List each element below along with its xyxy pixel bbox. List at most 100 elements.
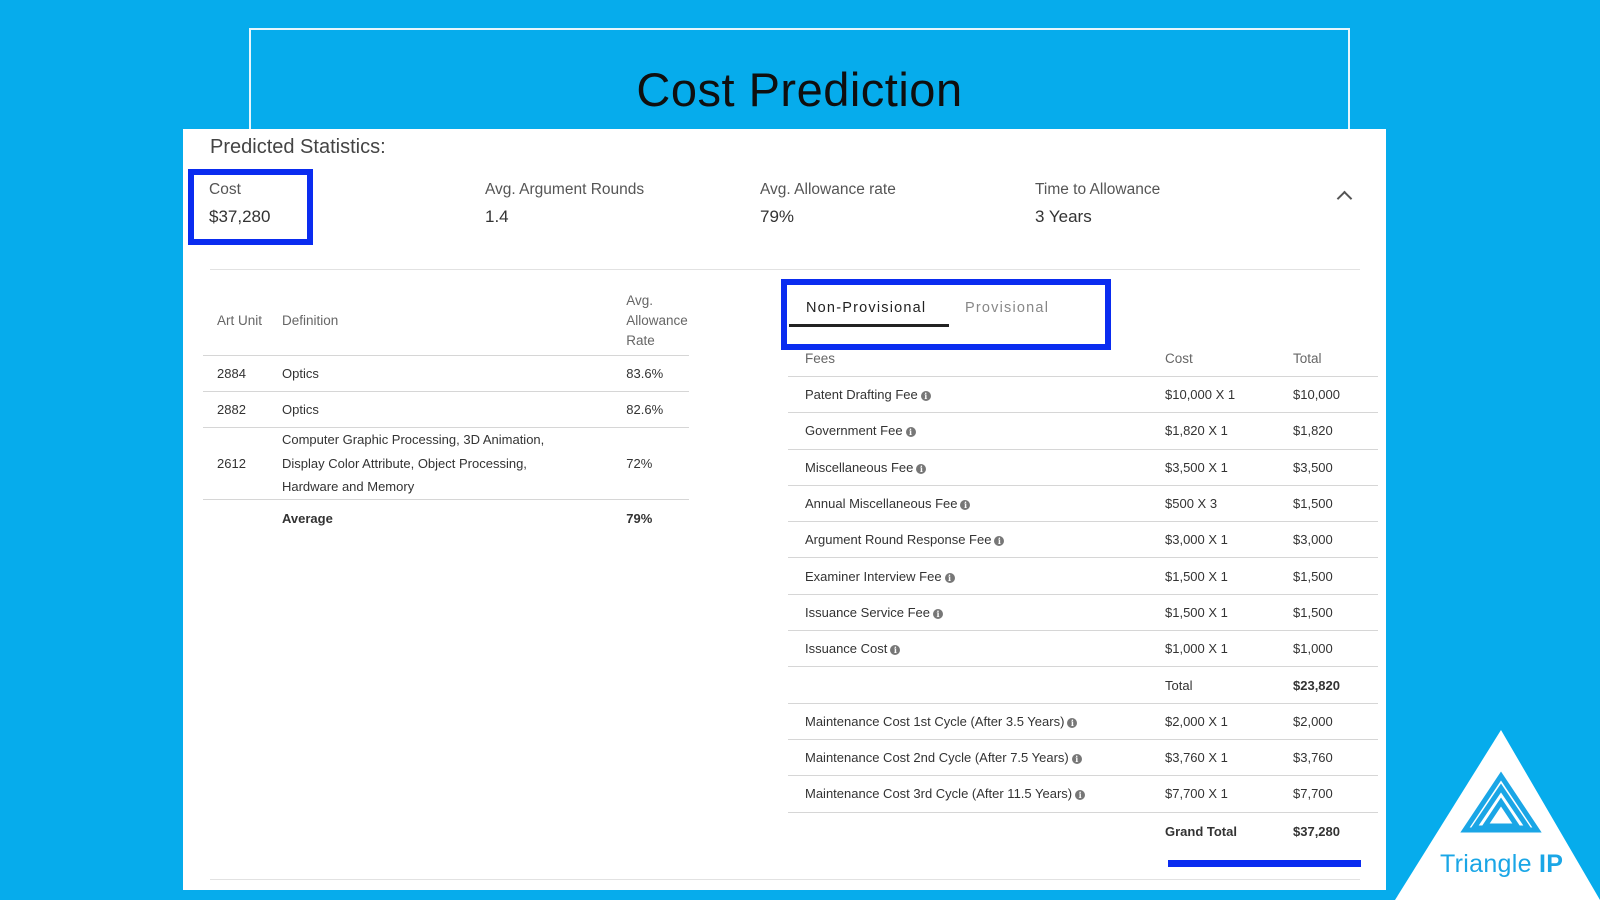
fee-row: Patent Drafting Fee i $10,000 X 1 $10,000 bbox=[788, 376, 1378, 414]
header-cost: Cost bbox=[1165, 341, 1293, 377]
tab-provisional[interactable]: Provisional bbox=[965, 300, 1049, 316]
definition-cell: Computer Graphic Processing, 3D Animatio… bbox=[267, 427, 613, 500]
fee-name: Issuance Service Fee bbox=[805, 604, 931, 620]
grand-total-row: Grand Total $37,280 bbox=[788, 812, 1378, 851]
fee-row: Issuance Cost i $1,000 X 1 $1,000 bbox=[788, 630, 1378, 668]
definition-cell: Optics bbox=[267, 391, 613, 428]
fee-name: Issuance Cost bbox=[805, 641, 888, 657]
fee-name-cell: Issuance Cost i bbox=[788, 630, 1165, 668]
predicted-statistics-label: Predicted Statistics: bbox=[210, 136, 386, 158]
fee-total-cell: $7,700 bbox=[1293, 775, 1378, 813]
tab-non-provisional[interactable]: Non-Provisional bbox=[806, 300, 926, 316]
info-icon[interactable]: i bbox=[916, 463, 927, 474]
fee-name: Maintenance Cost 1st Cycle (After 3.5 Ye… bbox=[805, 713, 1065, 729]
info-icon[interactable]: i bbox=[994, 536, 1005, 547]
fee-cost-cell: $3,500 X 1 bbox=[1165, 449, 1293, 486]
header-avg-allowance-rate: Avg. Allowance Rate bbox=[612, 291, 689, 356]
fee-total-cell: $3,000 bbox=[1293, 521, 1378, 559]
table-row: 2882 Optics 82.6% bbox=[203, 391, 689, 428]
fee-name-cell: Miscellaneous Fee i bbox=[788, 449, 1165, 486]
header-fees: Fees bbox=[788, 341, 1165, 377]
fee-name-cell: Maintenance Cost 1st Cycle (After 3.5 Ye… bbox=[788, 703, 1165, 740]
fee-row: Government Fee i $1,820 X 1 $1,820 bbox=[788, 412, 1378, 450]
average-row: Average 79% bbox=[203, 500, 689, 539]
fee-row: Examiner Interview Fee i $1,500 X 1 $1,500 bbox=[788, 557, 1378, 595]
fee-name-cell: Argument Round Response Fee i bbox=[788, 521, 1165, 559]
fee-cost-cell: $2,000 X 1 bbox=[1165, 703, 1293, 740]
fee-cost-cell: $1,820 X 1 bbox=[1165, 412, 1293, 450]
info-icon[interactable]: i bbox=[960, 500, 971, 511]
fee-name: Annual Miscellaneous Fee bbox=[805, 496, 958, 512]
stat-value: 79% bbox=[760, 207, 795, 226]
stat-value: 3 Years bbox=[1035, 207, 1092, 226]
fee-total-cell: $10,000 bbox=[1293, 376, 1378, 414]
info-icon[interactable]: i bbox=[1075, 790, 1086, 801]
prediction-card: Predicted Statistics: Cost $37,280 Avg. … bbox=[183, 129, 1386, 890]
fee-name: Examiner Interview Fee bbox=[805, 568, 942, 584]
stat-time-to-allowance: Time to Allowance 3 Years bbox=[1035, 181, 1160, 227]
info-icon[interactable]: i bbox=[944, 572, 955, 583]
fee-name-cell: Examiner Interview Fee i bbox=[788, 557, 1165, 595]
header-definition: Definition bbox=[267, 291, 613, 356]
info-icon[interactable]: i bbox=[890, 645, 901, 656]
subtotal-value: $23,820 bbox=[1293, 666, 1378, 704]
table-row: 2884 Optics 83.6% bbox=[203, 355, 689, 392]
empty-cell bbox=[203, 500, 268, 539]
fees-table: Fees Cost Total Patent Drafting Fee i $10,… bbox=[788, 341, 1378, 851]
fee-row: Maintenance Cost 3rd Cycle (After 11.5 Y… bbox=[788, 775, 1378, 813]
grand-total-value: $37,280 bbox=[1293, 824, 1340, 840]
fee-cost-cell: $1,500 X 1 bbox=[1165, 594, 1293, 632]
fee-total-cell: $3,760 bbox=[1293, 739, 1378, 777]
fee-name: Argument Round Response Fee bbox=[805, 532, 992, 548]
stat-allowance-rate: Avg. Allowance rate 79% bbox=[760, 181, 896, 227]
empty-cell bbox=[788, 666, 1165, 704]
divider bbox=[210, 269, 1360, 270]
table-header-row: Fees Cost Total bbox=[788, 341, 1378, 377]
art-unit-table: Art Unit Definition Avg. Allowance Rate … bbox=[203, 291, 689, 538]
info-icon[interactable]: i bbox=[1067, 717, 1078, 728]
collapse-chevron-up-icon[interactable] bbox=[1336, 190, 1353, 207]
average-label: Average bbox=[281, 511, 333, 527]
fee-name: Miscellaneous Fee bbox=[805, 459, 914, 475]
rate-cell: 82.6% bbox=[612, 391, 689, 428]
fee-row: Maintenance Cost 2nd Cycle (After 7.5 Ye… bbox=[788, 739, 1378, 777]
logo-brand-word: Triangle bbox=[1440, 850, 1532, 878]
fee-total-cell: $2,000 bbox=[1293, 703, 1378, 740]
fee-cost-cell: $3,760 X 1 bbox=[1165, 739, 1293, 777]
stat-argument-rounds: Avg. Argument Rounds 1.4 bbox=[485, 181, 644, 227]
header-total: Total bbox=[1293, 341, 1378, 377]
art-unit-cell: 2612 bbox=[203, 427, 268, 500]
divider bbox=[210, 879, 1360, 880]
average-value: 79% bbox=[626, 511, 653, 527]
rate-cell: 72% bbox=[612, 427, 689, 500]
stat-cost: Cost $37,280 bbox=[209, 181, 270, 227]
fee-name-cell: Patent Drafting Fee i bbox=[788, 376, 1165, 414]
empty-cell bbox=[788, 812, 1165, 851]
info-icon[interactable]: i bbox=[920, 391, 931, 402]
fee-name-cell: Maintenance Cost 3rd Cycle (After 11.5 Y… bbox=[788, 775, 1165, 813]
info-icon[interactable]: i bbox=[933, 608, 944, 619]
fee-rows: Patent Drafting Fee i $10,000 X 1 $10,000 Go… bbox=[788, 376, 1378, 668]
info-icon[interactable]: i bbox=[905, 427, 916, 438]
art-unit-cell: 2882 bbox=[203, 391, 268, 428]
stat-label: Cost bbox=[209, 181, 241, 198]
grand-total-label: Grand Total bbox=[1165, 824, 1237, 840]
fee-name: Maintenance Cost 2nd Cycle (After 7.5 Ye… bbox=[805, 750, 1069, 766]
grand-total-underline bbox=[1168, 860, 1361, 867]
fee-name-cell: Government Fee i bbox=[788, 412, 1165, 450]
fee-cost-cell: $1,000 X 1 bbox=[1165, 630, 1293, 668]
fee-total-cell: $1,500 bbox=[1293, 594, 1378, 632]
fee-total-cell: $1,500 bbox=[1293, 557, 1378, 595]
stat-label: Avg. Argument Rounds bbox=[485, 181, 645, 198]
table-header-row: Art Unit Definition Avg. Allowance Rate bbox=[203, 291, 689, 356]
stat-label: Avg. Allowance rate bbox=[760, 181, 896, 198]
fee-name-cell: Annual Miscellaneous Fee i bbox=[788, 485, 1165, 523]
info-icon[interactable]: i bbox=[1071, 754, 1082, 765]
fee-row: Annual Miscellaneous Fee i $500 X 3 $1,500 bbox=[788, 485, 1378, 523]
fee-total-cell: $1,820 bbox=[1293, 412, 1378, 450]
table-row: 2612 Computer Graphic Processing, 3D Ani… bbox=[203, 427, 689, 500]
fee-cost-cell: $500 X 3 bbox=[1165, 485, 1293, 523]
fee-row: Issuance Service Fee i $1,500 X 1 $1,500 bbox=[788, 594, 1378, 632]
fee-name-cell: Issuance Service Fee i bbox=[788, 594, 1165, 632]
fee-total-cell: $1,500 bbox=[1293, 485, 1378, 523]
